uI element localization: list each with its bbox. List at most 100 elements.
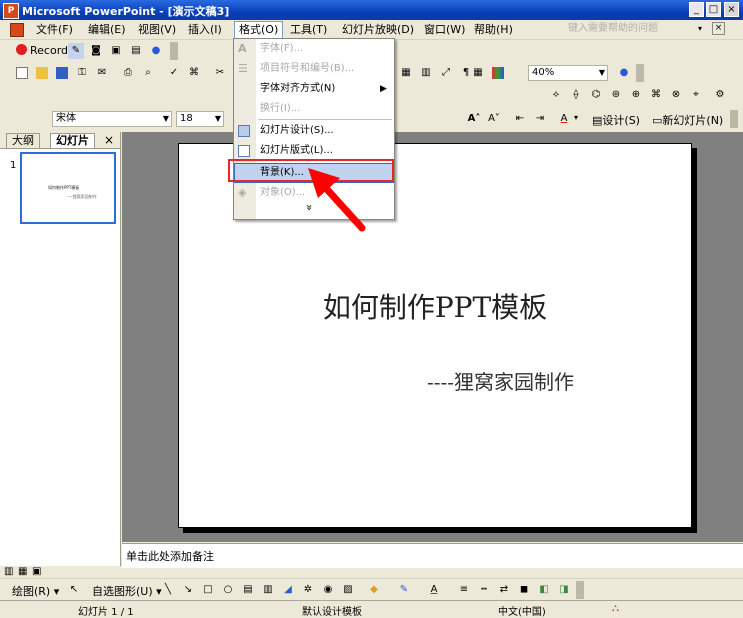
- font-color-icon[interactable]: A: [426, 582, 442, 598]
- print-icon[interactable]: ⎙: [120, 65, 136, 81]
- insert-chart-icon[interactable]: ▥: [418, 65, 434, 81]
- autoshape-icon[interactable]: ⊛: [608, 87, 624, 103]
- shadow-icon[interactable]: ◼: [516, 582, 532, 598]
- fill-color-icon[interactable]: ◆: [366, 582, 382, 598]
- record-button[interactable]: Record: [30, 44, 68, 57]
- autoshape-icon[interactable]: ⌘: [648, 87, 664, 103]
- slideshow-view-icon[interactable]: ▣: [32, 566, 41, 577]
- chevron-down-icon[interactable]: ▾: [574, 113, 578, 122]
- close-icon[interactable]: ×: [104, 133, 114, 147]
- 3d-style-icon[interactable]: ◨: [556, 582, 572, 598]
- tab-outline[interactable]: 大纲: [6, 133, 40, 148]
- toolbar-grip[interactable]: [636, 64, 644, 82]
- autoshape-icon[interactable]: ⟡: [548, 87, 564, 103]
- clipart-icon[interactable]: ◉: [320, 582, 336, 598]
- menu-edit[interactable]: 编辑(E): [84, 22, 130, 37]
- camera-icon[interactable]: ◙: [88, 43, 104, 59]
- print-preview-icon[interactable]: ⌕: [140, 65, 156, 81]
- new-icon[interactable]: [14, 65, 30, 81]
- menu-file[interactable]: 文件(F): [32, 22, 77, 37]
- diagram-icon[interactable]: ✲: [300, 582, 316, 598]
- menu-view[interactable]: 视图(V): [134, 22, 180, 37]
- open-icon[interactable]: [34, 65, 50, 81]
- help-icon[interactable]: ●: [148, 43, 164, 59]
- permission-icon[interactable]: ⚿: [74, 65, 90, 81]
- wordart-icon[interactable]: ◢: [280, 582, 296, 598]
- grid-icon[interactable]: ▦: [470, 65, 486, 81]
- menu-item-slide-layout[interactable]: 幻灯片版式(L)...: [234, 141, 394, 161]
- screen-icon[interactable]: ▣: [108, 43, 124, 59]
- font-name-select[interactable]: 宋体 ▼: [52, 111, 172, 127]
- spelling-icon[interactable]: ✓: [166, 65, 182, 81]
- textbox-icon[interactable]: ▤: [240, 582, 256, 598]
- insert-table-icon[interactable]: ▦: [398, 65, 414, 81]
- autoshape-icon[interactable]: ⟠: [568, 87, 584, 103]
- font-color-icon[interactable]: A: [556, 111, 572, 127]
- help-icon[interactable]: ●: [616, 65, 632, 81]
- arrow-icon[interactable]: ↘: [180, 582, 196, 598]
- presentation-icon[interactable]: ▤: [128, 43, 144, 59]
- notes-pane[interactable]: 单击此处添加备注: [122, 543, 743, 568]
- select-objects-icon[interactable]: ↖: [66, 582, 82, 598]
- close-button[interactable]: ×: [724, 2, 739, 17]
- menu-item-font[interactable]: A 字体(F)...: [234, 39, 394, 59]
- menu-item-bullets[interactable]: ☰ 项目符号和编号(B)...: [234, 59, 394, 79]
- menu-item-font-alignment[interactable]: 字体对齐方式(N) ▶: [234, 79, 394, 99]
- help-search-input[interactable]: 键入需要帮助的问题: [568, 21, 692, 37]
- slide-subtitle[interactable]: ----狸窝家园制作: [427, 366, 574, 395]
- email-icon[interactable]: ✉: [94, 65, 110, 81]
- menu-format[interactable]: 格式(O): [234, 21, 284, 39]
- draw-menu-button[interactable]: 绘图(R) ▾: [12, 583, 59, 599]
- decrease-indent-icon[interactable]: ⇤: [512, 111, 528, 127]
- expand-icon[interactable]: ⤢: [438, 65, 454, 81]
- decrease-font-icon[interactable]: A˅: [486, 111, 502, 127]
- dash-style-icon[interactable]: ┅: [476, 582, 492, 598]
- line-style-icon[interactable]: ≡: [456, 582, 472, 598]
- menu-insert[interactable]: 插入(I): [184, 22, 226, 37]
- sorter-view-icon[interactable]: ▦: [18, 566, 27, 577]
- research-icon[interactable]: ⌘: [186, 65, 202, 81]
- picture-icon[interactable]: ▨: [340, 582, 356, 598]
- toolbar-grip[interactable]: [730, 110, 738, 128]
- slide-thumbnail[interactable]: 如何制作PPT模板 ----狸窝家园制作: [20, 152, 116, 224]
- tab-slides[interactable]: 幻灯片: [50, 133, 95, 148]
- save-icon[interactable]: [54, 65, 70, 81]
- spell-check-icon[interactable]: ⛬: [612, 603, 619, 614]
- menu-item-line-break[interactable]: 换行(I)...: [234, 99, 394, 119]
- slide-title[interactable]: 如何制作PPT模板: [179, 286, 691, 326]
- normal-view-icon[interactable]: ▥: [4, 566, 13, 577]
- doc-close-icon[interactable]: ×: [712, 22, 725, 35]
- record-icon[interactable]: [16, 44, 27, 55]
- increase-font-icon[interactable]: A˄: [466, 111, 482, 127]
- toolbar-grip[interactable]: [576, 581, 584, 599]
- settings-icon[interactable]: ⚙: [712, 87, 728, 103]
- autoshape-icon[interactable]: ⌖: [688, 87, 704, 103]
- autoshape-icon[interactable]: ⌬: [588, 87, 604, 103]
- vertical-textbox-icon[interactable]: ▥: [260, 582, 276, 598]
- chevron-down-icon[interactable]: ▾: [698, 24, 702, 33]
- 3d-icon[interactable]: ◧: [536, 582, 552, 598]
- autoshapes-button[interactable]: 自选图形(U) ▾: [92, 583, 162, 599]
- increase-indent-icon[interactable]: ⇥: [532, 111, 548, 127]
- rectangle-icon[interactable]: □: [200, 582, 216, 598]
- oval-icon[interactable]: ○: [220, 582, 236, 598]
- menu-item-slide-design[interactable]: 幻灯片设计(S)...: [234, 121, 394, 141]
- minimize-button[interactable]: _: [689, 2, 704, 17]
- line-color-icon[interactable]: ✎: [396, 582, 412, 598]
- arrow-style-icon[interactable]: ⇄: [496, 582, 512, 598]
- font-size-select[interactable]: 18 ▼: [176, 111, 224, 127]
- maximize-button[interactable]: □: [706, 2, 721, 17]
- design-button[interactable]: ▤设计(S): [592, 112, 640, 128]
- menu-window[interactable]: 窗口(W): [420, 22, 469, 37]
- menu-tools[interactable]: 工具(T): [286, 22, 331, 37]
- zoom-select[interactable]: 40% ▼: [528, 65, 608, 81]
- autoshape-icon[interactable]: ⊗: [668, 87, 684, 103]
- toolbar-grip[interactable]: [170, 42, 178, 60]
- document-icon[interactable]: [10, 23, 24, 37]
- color-grayscale-icon[interactable]: [490, 65, 506, 81]
- menu-help[interactable]: 帮助(H): [470, 22, 517, 37]
- cut-icon[interactable]: ✂: [212, 65, 228, 81]
- powerpoint-app-icon[interactable]: P: [3, 3, 19, 19]
- menu-slideshow[interactable]: 幻灯片放映(D): [338, 22, 418, 37]
- line-icon[interactable]: ╲: [160, 582, 176, 598]
